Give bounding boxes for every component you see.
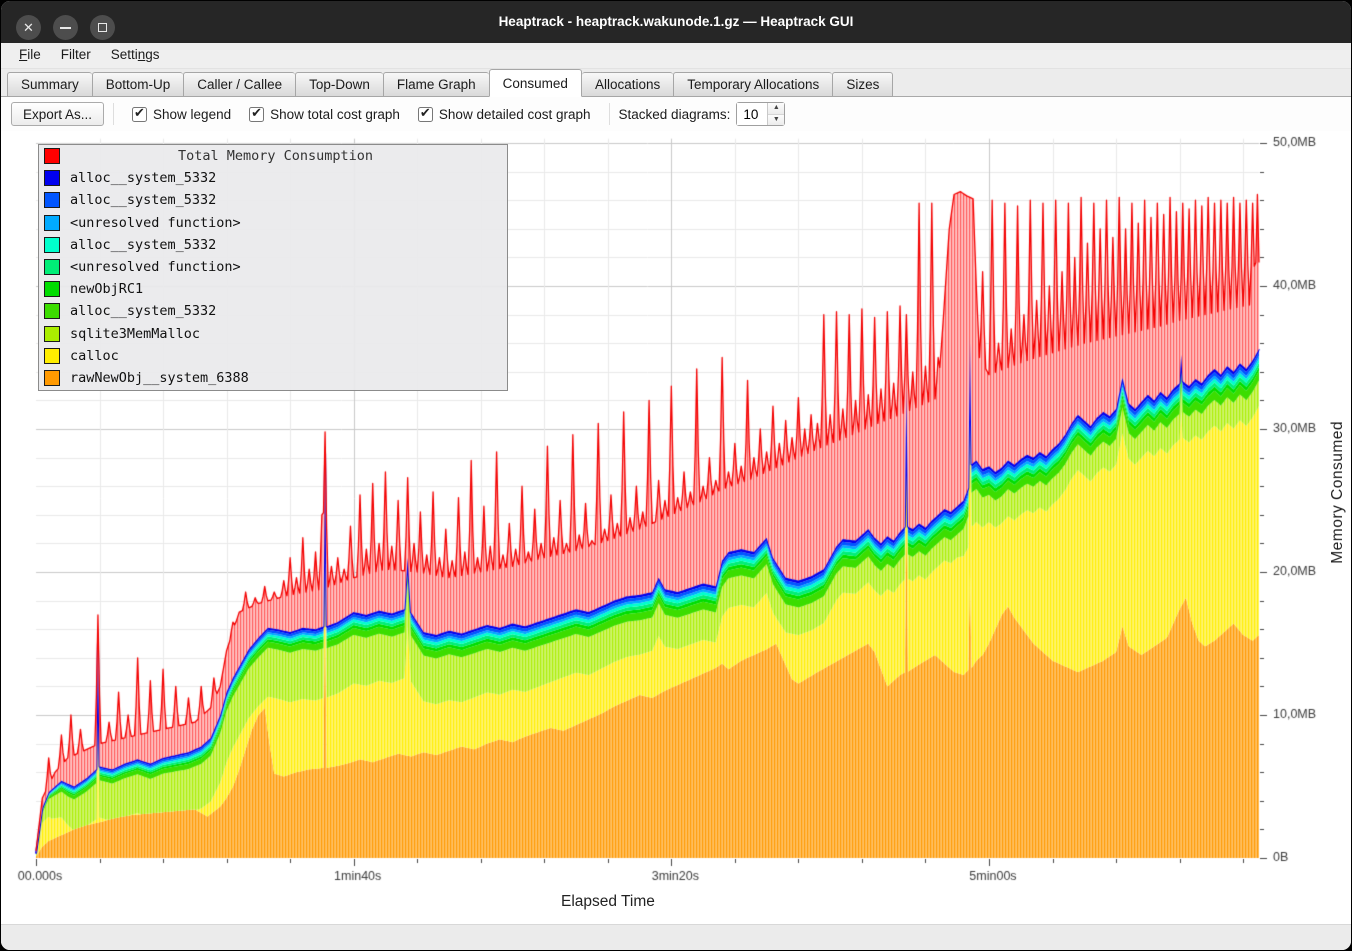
tab-flame-graph[interactable]: Flame Graph (383, 72, 489, 97)
legend-label: sqlite3MemMalloc (70, 326, 200, 342)
tab-summary[interactable]: Summary (7, 72, 92, 97)
toolbar-separator (609, 103, 610, 125)
legend-label: <unresolved function> (70, 215, 241, 231)
checkbox-label: Show legend (153, 107, 231, 122)
legend-item: alloc__system_5332 (39, 300, 507, 322)
legend-label: alloc__system_5332 (70, 303, 216, 319)
legend-swatch-icon (44, 326, 60, 342)
legend-swatch-icon (44, 303, 60, 319)
legend-swatch-icon (44, 237, 60, 253)
tab-consumed[interactable]: Consumed (489, 69, 582, 97)
legend-item: alloc__system_5332 (39, 189, 507, 211)
legend-label: Total Memory Consumption (70, 148, 507, 164)
legend-swatch-icon (44, 259, 60, 275)
stacked-diagrams-spinbox: ▲ ▼ (736, 102, 785, 126)
menu-item-settings[interactable]: Settings (101, 43, 170, 65)
toolbar-separator (113, 103, 114, 125)
stacked-diagrams-input[interactable] (737, 103, 767, 125)
checkbox-label: Show total cost graph (270, 107, 400, 122)
legend-swatch-icon (44, 281, 60, 297)
legend-item: <unresolved function> (39, 212, 507, 234)
legend-item: alloc__system_5332 (39, 167, 507, 189)
toolbar: Export As... ✔ Show legend ✔ Show total cos… (1, 97, 1351, 131)
legend-item: calloc (39, 345, 507, 367)
legend-label: <unresolved function> (70, 259, 241, 275)
chart-legend: Total Memory Consumption alloc__system_53… (38, 144, 508, 391)
menu-item-file[interactable]: File (9, 43, 51, 65)
checkbox-box-icon[interactable]: ✔ (249, 107, 264, 122)
legend-swatch-icon (44, 215, 60, 231)
legend-label: alloc__system_5332 (70, 170, 216, 186)
title-bar: ✕ Heaptrack - heaptrack.wakunode.1.gz — … (1, 1, 1351, 43)
checkbox-show-total-cost-graph[interactable]: ✔ Show total cost graph (249, 107, 400, 122)
legend-swatch-icon (44, 148, 60, 164)
legend-item: Total Memory Consumption (39, 145, 507, 167)
y-axis-title: Memory Consumed (1329, 421, 1347, 564)
legend-item: <unresolved function> (39, 256, 507, 278)
chart-area: Total Memory Consumption alloc__system_53… (1, 131, 1352, 926)
x-axis-title: Elapsed Time (561, 893, 655, 911)
window-title: Heaptrack - heaptrack.wakunode.1.gz — He… (1, 1, 1351, 43)
tab-sizes[interactable]: Sizes (832, 72, 893, 97)
legend-label: calloc (70, 348, 119, 364)
legend-swatch-icon (44, 348, 60, 364)
legend-label: alloc__system_5332 (70, 192, 216, 208)
spin-down-icon[interactable]: ▼ (768, 115, 784, 126)
tab-temporary-allocations[interactable]: Temporary Allocations (673, 72, 832, 97)
tab-caller-callee[interactable]: Caller / Callee (183, 72, 295, 97)
legend-swatch-icon (44, 370, 60, 386)
legend-item: alloc__system_5332 (39, 234, 507, 256)
legend-label: newObjRC1 (70, 281, 143, 297)
legend-label: rawNewObj__system_6388 (70, 370, 249, 386)
tab-bar: SummaryBottom-UpCaller / CalleeTop-DownF… (1, 69, 1351, 97)
window-bottom-margin (1, 924, 1351, 950)
tab-allocations[interactable]: Allocations (582, 72, 673, 97)
legend-swatch-icon (44, 170, 60, 186)
legend-item: rawNewObj__system_6388 (39, 367, 507, 389)
checkbox-label: Show detailed cost graph (439, 107, 591, 122)
tab-top-down[interactable]: Top-Down (295, 72, 383, 97)
spin-up-icon[interactable]: ▲ (768, 103, 784, 115)
app-window: ✕ Heaptrack - heaptrack.wakunode.1.gz — … (0, 0, 1352, 951)
checkbox-box-icon[interactable]: ✔ (132, 107, 147, 122)
legend-swatch-icon (44, 192, 60, 208)
legend-item: sqlite3MemMalloc (39, 323, 507, 345)
stacked-diagrams-label: Stacked diagrams: (619, 107, 731, 122)
checkbox-show-legend[interactable]: ✔ Show legend (132, 107, 231, 122)
checkbox-box-icon[interactable]: ✔ (418, 107, 433, 122)
menu-bar: FileFilterSettings (1, 43, 1351, 69)
legend-label: alloc__system_5332 (70, 237, 216, 253)
tab-bottom-up[interactable]: Bottom-Up (92, 72, 184, 97)
export-as-button[interactable]: Export As... (11, 102, 104, 126)
menu-item-filter[interactable]: Filter (51, 43, 101, 65)
legend-item: newObjRC1 (39, 278, 507, 300)
checkbox-show-detailed-cost-graph[interactable]: ✔ Show detailed cost graph (418, 107, 591, 122)
